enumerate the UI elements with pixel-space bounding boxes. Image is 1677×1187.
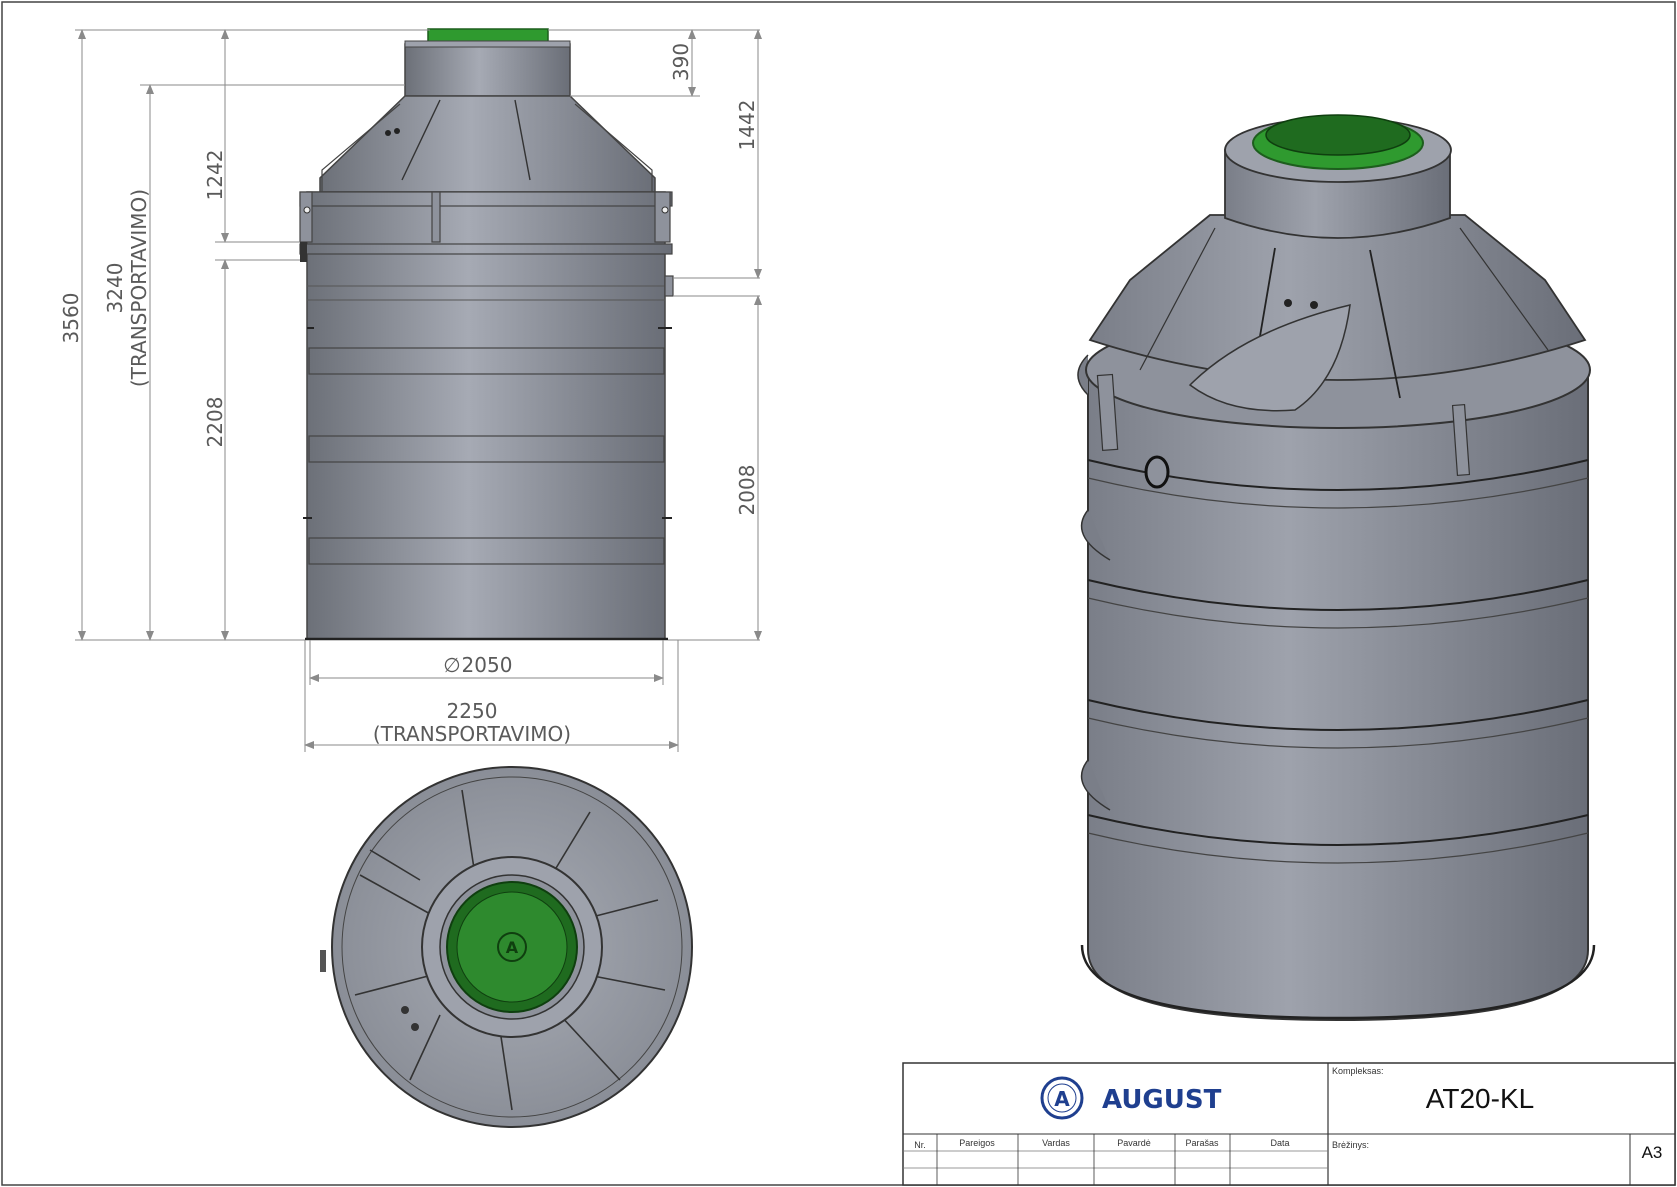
front-view — [299, 28, 674, 641]
dim-top-to-outlet: 1442 — [735, 100, 759, 151]
col-vardas: Vardas — [1042, 1138, 1070, 1148]
top-view: A — [320, 766, 693, 1128]
rib — [308, 347, 665, 375]
complex-label: Kompleksas: — [1332, 1066, 1384, 1076]
dim-diameter-symbol: ∅ — [443, 653, 460, 677]
inlet-pipe — [300, 242, 307, 262]
riser — [404, 43, 571, 97]
dim-top-to-inlet: 1242 — [203, 150, 227, 201]
tank-body — [306, 191, 666, 640]
rib — [308, 435, 665, 463]
rib — [308, 537, 665, 565]
sheet-size: A3 — [1642, 1143, 1663, 1162]
isometric-view — [1077, 114, 1596, 1022]
iso-inlet-pipe — [1144, 455, 1170, 489]
dim-transport-width-note: (TRANSPORTAVIMO) — [373, 722, 571, 746]
col-pareigos: Pareigos — [959, 1138, 995, 1148]
technical-drawing: 3560 3240 (TRANSPORTAVIMO) 1242 2208 390… — [1, 1, 1676, 1186]
col-parasas: Parašas — [1185, 1138, 1219, 1148]
dim-transport-width: 2250 — [447, 699, 498, 723]
dim-diameter: 2050 — [462, 653, 513, 677]
outlet-pipe — [664, 275, 674, 297]
col-pavarde: Pavardė — [1117, 1138, 1151, 1148]
col-data: Data — [1270, 1138, 1289, 1148]
logo-text: AUGUST — [1102, 1085, 1222, 1115]
lid-logo-mark: A — [506, 938, 519, 957]
dim-inlet-height: 2208 — [203, 397, 227, 448]
dim-transport-height: 3240 — [103, 263, 127, 314]
cone-top — [319, 95, 656, 193]
col-nr: Nr. — [914, 1140, 926, 1150]
title-block: Nr. Pareigos Vardas Pavardė Parašas Data… — [902, 1062, 1676, 1186]
logo-mark: A — [1054, 1087, 1070, 1111]
dim-riser-height: 390 — [669, 43, 693, 81]
complex-value: AT20-KL — [1426, 1083, 1534, 1114]
dim-overall-height: 3560 — [59, 293, 83, 344]
dim-transport-height-note: (TRANSPORTAVIMO) — [127, 189, 151, 387]
dim-outlet-height: 2008 — [735, 465, 759, 516]
drawing-label: Brėžinys: — [1332, 1140, 1369, 1150]
